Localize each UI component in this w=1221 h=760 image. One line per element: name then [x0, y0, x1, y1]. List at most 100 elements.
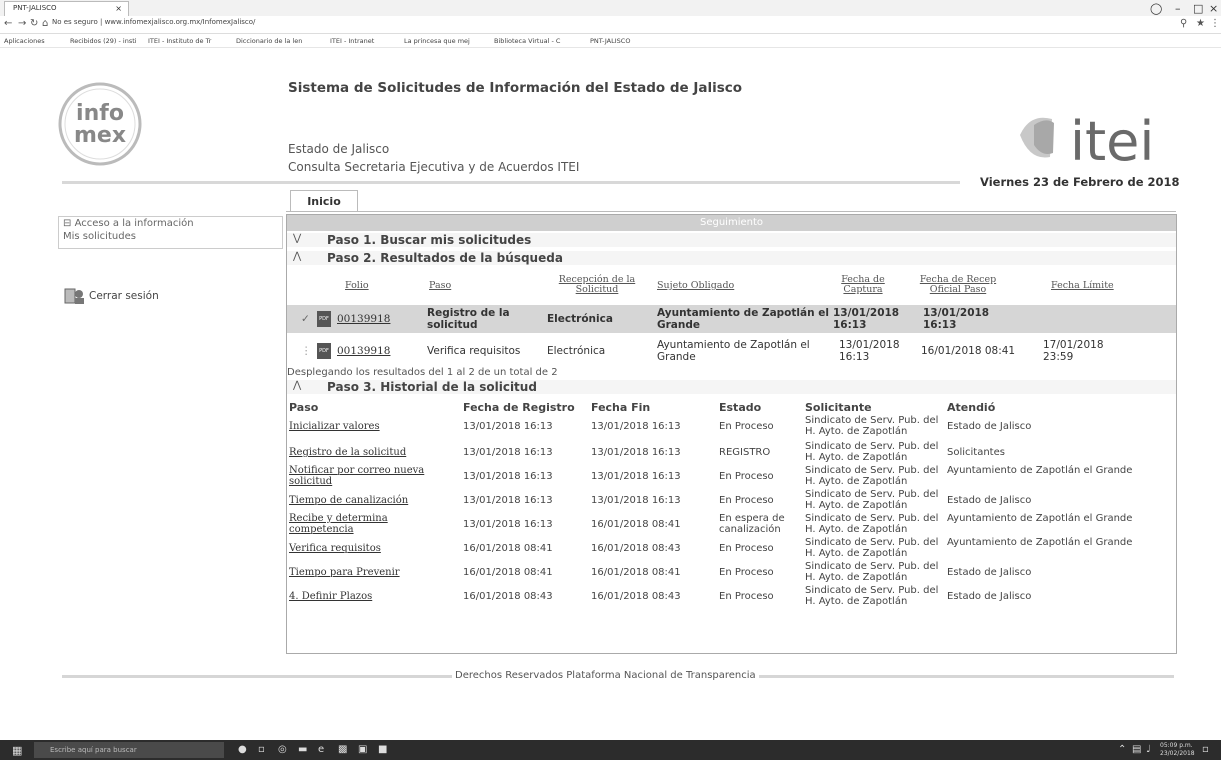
table-row: 4. Definir Plazos 16/01/2018 08:43 16/01…	[289, 585, 1032, 607]
folio-link[interactable]: 00139918	[337, 345, 390, 357]
app-icon[interactable]: ■	[378, 744, 390, 756]
security-warning: No es seguro	[52, 18, 98, 26]
url-field[interactable]: No es seguro | www.infomexjalisco.org.mx…	[52, 18, 255, 26]
bookmark-item[interactable]: Aplicaciones	[4, 37, 45, 45]
paso3-header[interactable]: ⋀ Paso 3. Historial de la solicitud	[287, 380, 1176, 394]
col-header[interactable]: Recepción de la Solicitud	[547, 275, 647, 295]
footer-text: Derechos Reservados Plataforma Nacional …	[452, 670, 759, 681]
check-icon: ✓	[301, 313, 310, 325]
network-icon[interactable]: ▤	[1132, 744, 1144, 756]
folio-link[interactable]: 00139918	[337, 313, 390, 325]
col-header[interactable]: Paso	[429, 281, 451, 291]
collapse-icon[interactable]: ⋀	[293, 251, 301, 262]
bookmark-item[interactable]: PNT-JALISCO	[590, 37, 630, 45]
paso-link[interactable]: Recibe y determina competencia	[289, 513, 439, 535]
table-row: Inicializar valores 13/01/2018 16:13 13/…	[289, 415, 1032, 437]
account-icon[interactable]: ◯	[1150, 2, 1162, 15]
logout-button[interactable]: Cerrar sesión	[64, 287, 159, 305]
paso-link[interactable]: Inicializar valores	[289, 421, 459, 432]
bookmark-item[interactable]: Biblioteca Virtual - C	[494, 37, 560, 45]
col-header: Fecha Fin	[591, 401, 651, 414]
pdf-icon[interactable]: PDF	[317, 311, 331, 327]
tray-up-icon[interactable]: ⌃	[1118, 744, 1130, 756]
page-title: Sistema de Solicitudes de Información de…	[288, 80, 743, 96]
svg-text:mex: mex	[74, 123, 126, 148]
home-icon[interactable]: ⌂	[42, 18, 48, 29]
zoom-icon[interactable]: ⚲	[1180, 18, 1187, 29]
table-row: Recibe y determina competencia 13/01/201…	[289, 513, 1133, 535]
col-header: Paso	[289, 401, 319, 414]
address-bar: ← → ↻ ⌂ No es seguro | www.infomexjalisc…	[0, 16, 1221, 34]
col-header: Solicitante	[805, 401, 872, 414]
table-row: Verifica requisitos 16/01/2018 08:41 16/…	[289, 537, 1133, 559]
bookmark-item[interactable]: La princesa que mej	[404, 37, 470, 45]
col-header[interactable]: Folio	[345, 281, 369, 291]
seguimiento-panel: Seguimiento ⋁ Paso 1. Buscar mis solicit…	[286, 214, 1177, 654]
estado-label: Estado de Jalisco	[288, 142, 390, 156]
bookmark-item[interactable]: ITEI - Instituto de Tr	[148, 37, 211, 45]
paso1-header[interactable]: ⋁ Paso 1. Buscar mis solicitudes	[287, 233, 1176, 247]
menu-icon[interactable]: ⋮	[1210, 18, 1220, 29]
col-header: Estado	[719, 401, 762, 414]
bookmark-item[interactable]: Diccionario de la len	[236, 37, 302, 45]
notification-icon[interactable]: ▫	[1202, 744, 1214, 756]
bookmark-item[interactable]: ITEI - Intranet	[330, 37, 374, 45]
reload-icon[interactable]: ↻	[30, 18, 38, 29]
chrome-icon[interactable]: ◎	[278, 744, 290, 756]
expand-icon[interactable]: ⋁	[293, 233, 301, 244]
pdf-icon[interactable]: PDF	[317, 343, 331, 359]
itei-logo: itei	[1012, 105, 1187, 173]
paso-link[interactable]: Notificar por correo nueva solicitud	[289, 465, 439, 487]
col-header[interactable]: Fecha Límite	[1051, 281, 1114, 291]
paso-link[interactable]: Registro de la solicitud	[289, 447, 459, 458]
current-date: Viernes 23 de Febrero de 2018	[980, 175, 1180, 189]
table-row: Registro de la solicitud 13/01/2018 16:1…	[289, 441, 1005, 463]
bookmark-star-icon[interactable]: ★	[1196, 18, 1205, 29]
menu-item-acceso[interactable]: ⊟ Acceso a la información	[59, 217, 282, 230]
col-header[interactable]: Fecha de Captura	[833, 275, 893, 295]
store-icon[interactable]: ▩	[338, 744, 350, 756]
folder-icon[interactable]: ▬	[298, 744, 310, 756]
tab-inicio[interactable]: Inicio	[290, 190, 358, 212]
app-icon[interactable]: ▣	[358, 744, 370, 756]
paso-link[interactable]: Tiempo de canalización	[289, 495, 459, 506]
taskbar-clock[interactable]: 05:09 p.m. 23/02/2018	[1160, 742, 1195, 758]
tab-divider	[286, 211, 1176, 212]
url-text: www.infomexjalisco.org.mx/InfomexJalisco…	[104, 18, 256, 26]
paso2-header[interactable]: ⋀ Paso 2. Resultados de la búsqueda	[287, 251, 1176, 265]
paso-link[interactable]: Verifica requisitos	[289, 543, 459, 554]
forward-icon[interactable]: →	[18, 18, 26, 29]
collapse-icon[interactable]: ⋀	[293, 380, 301, 391]
browser-tabbar: PNT-JALISCO × ◯ – □ ×	[0, 0, 1221, 16]
consulta-label: Consulta Secretaria Ejecutiva y de Acuer…	[288, 160, 580, 174]
table-row: Notificar por correo nueva solicitud 13/…	[289, 465, 1133, 487]
paso-link[interactable]: Tiempo para Prevenir	[289, 567, 459, 578]
taskbar-search[interactable]: Escribe aquí para buscar	[34, 742, 224, 758]
col-header[interactable]: Fecha de Recep Oficial Paso	[913, 275, 1003, 295]
bookmarks-bar: Aplicaciones Recibidos (29) - insti ITEI…	[0, 34, 1221, 48]
task-view-icon[interactable]: ▫	[258, 744, 270, 756]
tab-close-icon[interactable]: ×	[115, 2, 122, 15]
col-header: Atendió	[947, 401, 996, 414]
back-icon[interactable]: ←	[4, 18, 12, 29]
header-divider	[62, 181, 960, 184]
windows-start-icon[interactable]: ▦	[12, 744, 22, 757]
bookmark-item[interactable]: Recibidos (29) - insti	[70, 37, 137, 45]
browser-tab[interactable]: PNT-JALISCO ×	[4, 1, 129, 16]
minimize-icon[interactable]: –	[1175, 2, 1181, 15]
table-row[interactable]: ✓ PDF 00139918 Registro de la solicitud …	[287, 305, 1176, 333]
maximize-icon[interactable]: □	[1193, 2, 1203, 15]
volume-icon[interactable]: ♩	[1146, 744, 1158, 756]
col-header[interactable]: Sujeto Obligado	[657, 281, 734, 291]
table-row: Tiempo de canalización 13/01/2018 16:13 …	[289, 489, 1032, 511]
table-row[interactable]: ⋮ PDF 00139918 Verifica requisitos Elect…	[287, 337, 1176, 365]
edge-icon[interactable]: e	[318, 744, 330, 756]
paso-link[interactable]: 4. Definir Plazos	[289, 591, 459, 602]
left-menu: ⊟ Acceso a la información Mis solicitude…	[58, 216, 283, 249]
menu-item-mis-solicitudes[interactable]: Mis solicitudes	[59, 230, 282, 243]
window-close-icon[interactable]: ×	[1209, 2, 1218, 15]
table-row: Tiempo para Prevenir 16/01/2018 08:41 16…	[289, 561, 1032, 583]
results-count: Desplegando los resultados del 1 al 2 de…	[287, 367, 558, 378]
mic-icon[interactable]: ●	[238, 744, 250, 756]
logout-label: Cerrar sesión	[89, 290, 159, 302]
